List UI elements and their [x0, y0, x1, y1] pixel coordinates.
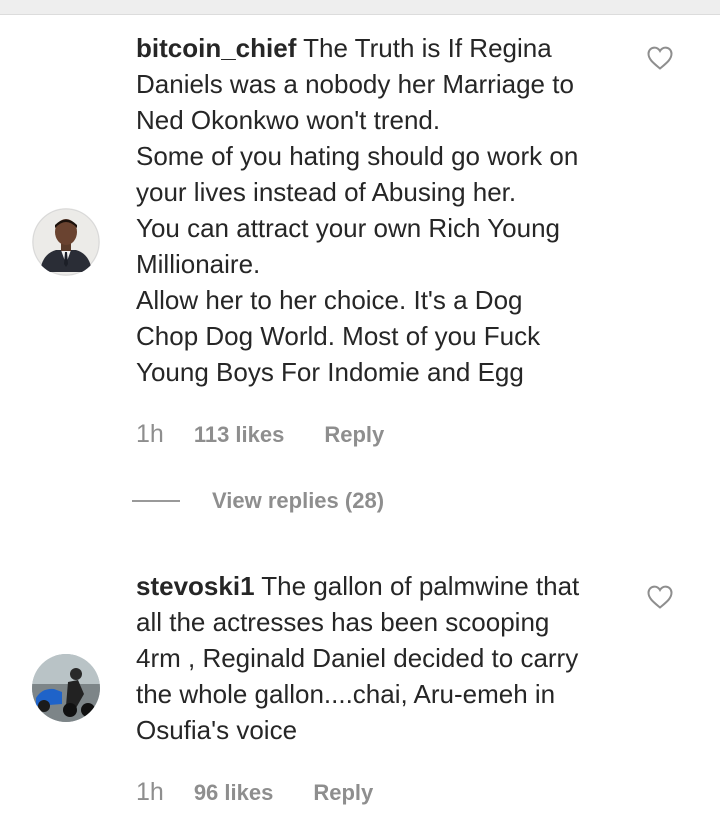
top-divider-strip: [0, 0, 720, 15]
heart-outline-icon: [647, 585, 673, 609]
comment-line: Chop Dog World. Most of you Fuck: [136, 321, 541, 351]
like-button[interactable]: [646, 45, 674, 71]
comment-meta: 1h 96 likes Reply: [136, 778, 373, 807]
comment-line: bitcoin_chief The Truth is If Regina: [136, 33, 552, 63]
likes-count[interactable]: 96 likes: [194, 780, 274, 806]
comment-text: bitcoin_chief The Truth is If Regina Dan…: [136, 30, 626, 390]
comment-line: your lives instead of Abusing her.: [136, 177, 517, 207]
reply-button[interactable]: Reply: [324, 422, 384, 448]
avatar[interactable]: [32, 654, 100, 722]
comment-meta: 1h 113 likes Reply: [136, 420, 384, 449]
comment-line: Allow her to her choice. It's a Dog: [136, 285, 523, 315]
comment-line: Young Boys For Indomie and Egg: [136, 357, 524, 387]
comment-line: the whole gallon....chai, Aru-emeh in: [136, 679, 556, 709]
comment-username[interactable]: stevoski1: [136, 571, 255, 601]
view-replies-line: [132, 500, 180, 502]
avatar[interactable]: [32, 208, 100, 276]
likes-count[interactable]: 113 likes: [194, 422, 285, 448]
comment-line: Some of you hating should go work on: [136, 141, 579, 171]
comment-line: Daniels was a nobody her Marriage to: [136, 69, 574, 99]
comment-line: 4rm , Reginald Daniel decided to carry: [136, 643, 579, 673]
comment-line: all the actresses has been scooping: [136, 607, 550, 637]
comment-timestamp: 1h: [136, 420, 164, 448]
comment-username[interactable]: bitcoin_chief: [136, 33, 296, 63]
comment-line: You can attract your own Rich Young: [136, 213, 560, 243]
comment-line: Osufia's voice: [136, 715, 298, 745]
heart-outline-icon: [647, 46, 673, 70]
comment-line: Ned Okonkwo won't trend.: [136, 105, 441, 135]
view-replies-button[interactable]: View replies (28): [132, 488, 384, 514]
comment-text: stevoski1 The gallon of palmwine that al…: [136, 568, 626, 748]
view-replies-label: View replies (28): [212, 488, 385, 513]
avatar-man-in-suit: [32, 208, 100, 276]
like-button[interactable]: [646, 584, 674, 610]
avatar-motorbike: [32, 654, 100, 722]
comment-line: Millionaire.: [136, 249, 261, 279]
comment-line: stevoski1 The gallon of palmwine that: [136, 571, 580, 601]
reply-button[interactable]: Reply: [313, 780, 373, 806]
comment-timestamp: 1h: [136, 778, 164, 806]
